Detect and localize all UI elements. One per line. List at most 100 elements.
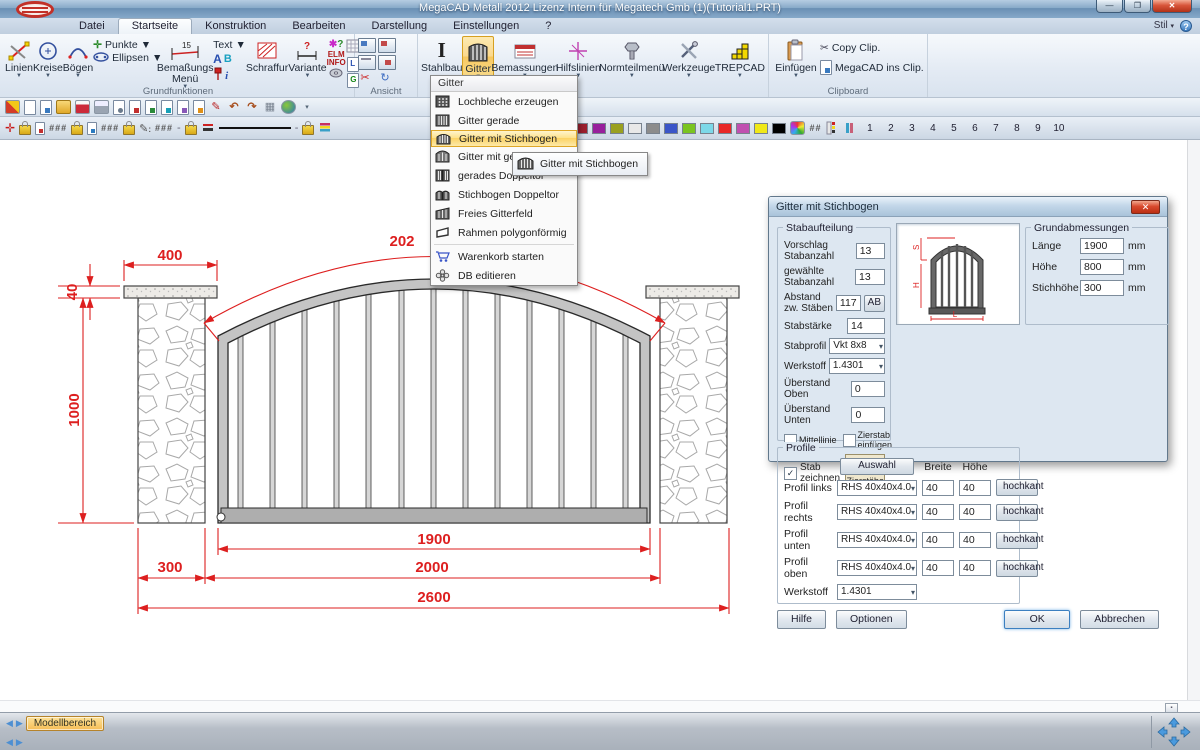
profil-unten-hochkant-button[interactable]: hochkant: [996, 532, 1038, 549]
sheet-prev-icon[interactable]: ◀: [6, 716, 13, 730]
boegen-button[interactable]: Bögen▼: [63, 36, 93, 79]
import-icon[interactable]: [129, 100, 141, 115]
hilfe-button[interactable]: Hilfe: [777, 610, 826, 629]
edit-pen-icon[interactable]: ✎: [209, 101, 223, 114]
new-file-icon[interactable]: [24, 100, 36, 115]
help-icon[interactable]: ?: [1180, 20, 1192, 32]
open-file-icon[interactable]: [40, 100, 52, 115]
abbrechen-button[interactable]: Abbrechen: [1080, 610, 1159, 629]
gewaehlte-stabanzahl-field[interactable]: 13: [855, 269, 885, 285]
linetype-sample[interactable]: [219, 127, 291, 129]
group-lock-icon[interactable]: [71, 125, 83, 135]
cd-icon[interactable]: [329, 68, 343, 81]
group-doc-icon[interactable]: [87, 122, 97, 135]
pen-icon[interactable]: ✎:: [139, 122, 151, 135]
color-swatch[interactable]: [682, 123, 696, 134]
profil-unten-hoehe[interactable]: 40: [959, 532, 991, 548]
sheet-next-icon[interactable]: ▶: [16, 716, 23, 730]
ellipsen-button[interactable]: Ellipsen ▼: [93, 52, 157, 64]
abstand-staeben-field[interactable]: 117: [836, 295, 861, 311]
layer-number-button[interactable]: 8: [1008, 121, 1025, 136]
view-redraw-icon[interactable]: [378, 38, 396, 53]
menu-item-gitter-stichbogen[interactable]: Gitter mit Stichbogen: [431, 130, 577, 147]
profil-links-breite[interactable]: 40: [922, 480, 954, 496]
werkzeuge-button[interactable]: Werkzeuge▼: [663, 36, 715, 79]
modellbereich-tab[interactable]: Modellbereich: [26, 716, 104, 731]
tab-datei[interactable]: Datei: [66, 19, 118, 34]
color-swatch[interactable]: [610, 123, 624, 134]
layer-number-button[interactable]: 4: [924, 121, 941, 136]
color-swatch[interactable]: [772, 123, 786, 134]
tab-bearbeiten[interactable]: Bearbeiten: [279, 19, 358, 34]
linien-button[interactable]: Linien▼: [5, 36, 33, 79]
profil-unten-breite[interactable]: 40: [922, 532, 954, 548]
tab-help[interactable]: ?: [532, 19, 564, 34]
color-swatch[interactable]: [718, 123, 732, 134]
group-name-value[interactable]: ###: [101, 123, 119, 133]
globe-icon[interactable]: [281, 100, 296, 114]
stab-werkstoff-select[interactable]: 1.4301: [829, 358, 885, 374]
menu-item-db-editieren[interactable]: DB editieren: [431, 266, 577, 285]
megacad-logo-icon[interactable]: [16, 1, 54, 18]
bemassungen-button[interactable]: Bemassungen▼: [494, 36, 556, 79]
layer-number-button[interactable]: 9: [1029, 121, 1046, 136]
convert-icon[interactable]: [161, 100, 173, 115]
stil-dropdown[interactable]: Stil ▾: [1154, 20, 1174, 31]
color-swatch[interactable]: [700, 123, 714, 134]
kreise-button[interactable]: Kreise▼: [33, 36, 63, 79]
ab-button[interactable]: AB: [864, 295, 885, 312]
profil-links-select[interactable]: RHS 40x40x4.0: [837, 480, 917, 496]
elm-tools-icon[interactable]: ✱?: [329, 39, 344, 50]
optionen-button[interactable]: Optionen: [836, 610, 907, 629]
rotate-view-icon[interactable]: ↻: [378, 72, 392, 85]
vorschlag-stabanzahl-field[interactable]: 13: [856, 243, 885, 259]
trepcad-button[interactable]: TREPCAD▼: [715, 36, 765, 79]
punkte-button[interactable]: ✛ Punkte ▼: [93, 39, 157, 51]
copy-clip-button[interactable]: ✂ Copy Clip.: [820, 42, 924, 54]
pen-lock-icon[interactable]: [123, 125, 135, 135]
clip-scissors-icon[interactable]: ✂: [358, 72, 372, 85]
menu-item-rahmen-polygon[interactable]: Rahmen polygonförmig: [431, 223, 577, 242]
profil-rechts-hochkant-button[interactable]: hochkant: [996, 504, 1038, 521]
snap-target-icon[interactable]: ✛: [5, 121, 15, 135]
color-swatch[interactable]: [736, 123, 750, 134]
pen-colors-icon[interactable]: [843, 122, 857, 135]
profil-oben-hoehe[interactable]: 40: [959, 560, 991, 576]
info-icon[interactable]: i: [225, 70, 228, 82]
color-swatch[interactable]: [754, 123, 768, 134]
layer-number-button[interactable]: 10: [1050, 121, 1067, 136]
color-lock-icon[interactable]: [302, 125, 314, 135]
maximize-button[interactable]: ❐: [1124, 0, 1151, 13]
export-icon[interactable]: [145, 100, 157, 115]
auswahl-button[interactable]: Auswahl: [840, 458, 914, 475]
view-zoom-icon[interactable]: [378, 55, 396, 70]
dialog-title-bar[interactable]: Gitter mit Stichbogen ✕: [769, 197, 1167, 217]
view-prev-icon[interactable]: ◀: [6, 735, 13, 749]
pin-icon[interactable]: [213, 67, 223, 84]
profil-oben-hochkant-button[interactable]: hochkant: [996, 560, 1038, 577]
layer-number-button[interactable]: 3: [903, 121, 920, 136]
ok-button[interactable]: OK: [1004, 610, 1070, 629]
vertical-scrollbar[interactable]: [1187, 140, 1200, 700]
layer-colors-icon[interactable]: [825, 122, 839, 135]
tab-startseite[interactable]: Startseite: [118, 18, 192, 34]
linetype-lock-icon[interactable]: [185, 125, 197, 135]
stabprofil-select[interactable]: Vkt 8x8: [829, 338, 885, 354]
layer-lock-icon[interactable]: [19, 125, 31, 135]
close-button[interactable]: ✕: [1152, 0, 1192, 13]
tab-darstellung[interactable]: Darstellung: [359, 19, 441, 34]
stabstaerke-field[interactable]: 14: [847, 318, 885, 334]
layer-doc-icon[interactable]: [35, 122, 45, 135]
undo-icon[interactable]: ↶: [227, 101, 241, 114]
layer-number-button[interactable]: 2: [882, 121, 899, 136]
schraffur-button[interactable]: Schraffur: [246, 36, 288, 74]
layer-number-button[interactable]: 1: [861, 121, 878, 136]
color-swatch[interactable]: [628, 123, 642, 134]
redo-icon[interactable]: ↷: [245, 101, 259, 114]
color-swatch[interactable]: [646, 123, 660, 134]
menu-item-freies-gitterfeld[interactable]: Freies Gitterfeld: [431, 204, 577, 223]
minimize-button[interactable]: —: [1096, 0, 1123, 13]
grid-icon[interactable]: ▦: [263, 101, 277, 114]
elm-info-button[interactable]: ELMINFO: [327, 51, 346, 67]
ueberstand-oben-field[interactable]: 0: [851, 381, 885, 397]
